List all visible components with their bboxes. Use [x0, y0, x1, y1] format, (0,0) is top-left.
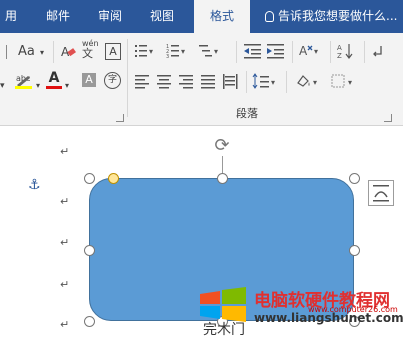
font-color-dropdown-icon[interactable]: ▾ — [65, 78, 69, 94]
anchor-icon[interactable]: ⚓ — [28, 177, 41, 193]
separator — [53, 41, 54, 63]
tab-format[interactable]: 格式 — [194, 0, 250, 33]
svg-text:Z: Z — [337, 52, 342, 60]
svg-text:▾: ▾ — [314, 47, 318, 56]
chinese-layout-button[interactable]: A ▾ — [298, 42, 322, 60]
lightbulb-icon — [265, 11, 274, 22]
sort-button[interactable]: AZ — [336, 42, 356, 60]
separator — [246, 71, 247, 93]
resize-handle-bottom-left[interactable] — [84, 316, 95, 327]
tell-me-search[interactable]: 告诉我您想要做什么... — [265, 0, 397, 33]
svg-text:▾: ▾ — [271, 78, 275, 87]
bullets-button[interactable]: ▾ — [134, 42, 156, 60]
adjust-corner-handle[interactable] — [108, 173, 119, 184]
decrease-indent-button[interactable] — [243, 42, 263, 60]
watermark: 电脑软硬件教程网 www.liangshunet.com www.compute… — [198, 284, 403, 339]
ribbon-tab-bar: 用 邮件 审阅 视图 格式 告诉我您想要做什么... — [0, 0, 403, 33]
svg-text:▾: ▾ — [348, 78, 352, 87]
font-color-button[interactable]: A — [46, 70, 62, 90]
highlight-button[interactable]: abc — [14, 71, 34, 89]
character-shading-button[interactable]: A — [82, 73, 96, 87]
paragraph-mark: ↵ — [60, 318, 70, 331]
watermark-overlay-url: www.computer26.com — [308, 305, 398, 314]
svg-text:▾: ▾ — [181, 47, 185, 56]
paragraph-mark: ↵ — [60, 145, 70, 158]
tab-view[interactable]: 视图 — [142, 0, 182, 33]
change-case-dropdown-icon[interactable]: ▾ — [40, 45, 44, 61]
enclose-characters-button[interactable]: 字 — [104, 72, 121, 89]
tab-review[interactable]: 审阅 — [90, 0, 130, 33]
svg-text:▾: ▾ — [214, 47, 218, 56]
justify-button[interactable] — [200, 73, 218, 89]
svg-text:▾: ▾ — [149, 47, 153, 56]
shading-button[interactable]: ▾ — [294, 73, 320, 89]
resize-handle-top-left[interactable] — [84, 173, 95, 184]
dropdown-arrow-icon[interactable]: ▾ — [0, 78, 5, 94]
separator — [330, 41, 331, 63]
borders-button[interactable]: ▾ — [330, 73, 356, 89]
line-spacing-button[interactable]: ▾ — [252, 73, 278, 89]
font-color-char: A — [48, 70, 60, 86]
svg-text:A: A — [337, 44, 342, 52]
paragraph-mark: ↵ — [60, 236, 70, 249]
numbering-button[interactable]: 1 2 3 ▾ — [166, 42, 188, 60]
ribbon-panel: Aa ▾ A wén 文 A ▾ abc ▾ A ▾ A 字 ▾ 1 2 3 ▾ ▾ … — [0, 33, 403, 126]
svg-text:3: 3 — [166, 54, 169, 60]
resize-handle-top[interactable] — [217, 173, 228, 184]
separator — [364, 41, 365, 63]
separator — [292, 41, 293, 63]
show-paragraph-marks-button[interactable] — [370, 42, 386, 60]
tab-mailings[interactable]: 邮件 — [38, 0, 78, 33]
align-right-button[interactable] — [178, 73, 196, 89]
separator — [286, 71, 287, 93]
layout-options-button[interactable] — [368, 180, 394, 206]
separator — [236, 41, 237, 63]
paragraph-mark: ↵ — [60, 195, 70, 208]
tab-insert-partial[interactable]: 用 — [0, 0, 22, 33]
rotate-handle-icon[interactable]: ⟳ — [212, 136, 232, 156]
windows-logo-icon — [198, 286, 248, 322]
paragraph-dialog-launcher-icon[interactable] — [384, 114, 392, 122]
resize-handle-top-right[interactable] — [349, 173, 360, 184]
font-dialog-launcher-icon[interactable] — [116, 114, 124, 122]
font-size-dropdown-edge[interactable] — [0, 45, 7, 59]
multilevel-list-button[interactable]: ▾ — [198, 42, 222, 60]
resize-handle-left[interactable] — [84, 245, 95, 256]
change-case-button[interactable]: Aa — [18, 44, 35, 60]
svg-text:A: A — [299, 44, 308, 58]
phonetic-char: 文 — [82, 47, 93, 60]
increase-indent-button[interactable] — [266, 42, 286, 60]
svg-text:▾: ▾ — [313, 78, 317, 87]
resize-handle-right[interactable] — [349, 245, 360, 256]
layout-options-icon — [373, 185, 389, 202]
paragraph-mark: ↵ — [60, 278, 70, 291]
phonetic-guide-button[interactable]: wén 文 — [82, 39, 99, 60]
tell-me-placeholder: 告诉我您想要做什么... — [278, 9, 398, 23]
align-left-button[interactable] — [134, 73, 152, 89]
character-border-button[interactable]: A — [105, 43, 121, 60]
paragraph-group-label: 段落 — [236, 107, 258, 120]
clear-formatting-icon[interactable]: A — [60, 43, 76, 59]
font-color-bar — [46, 86, 62, 89]
highlight-dropdown-icon[interactable]: ▾ — [36, 78, 40, 94]
separator — [127, 39, 128, 117]
distributed-button[interactable] — [222, 73, 240, 89]
align-center-button[interactable] — [156, 73, 174, 89]
